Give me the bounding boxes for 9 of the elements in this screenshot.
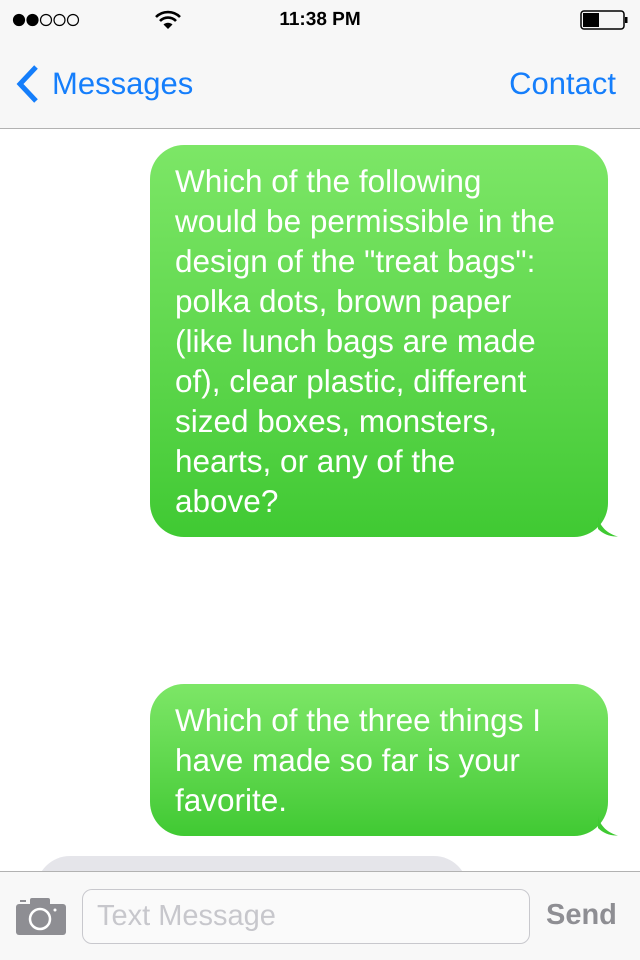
- wifi-icon: [155, 10, 181, 30]
- status-time: 11:38 PM: [279, 8, 361, 32]
- back-button[interactable]: Messages: [16, 60, 194, 108]
- bubble-tail-icon: [598, 816, 618, 836]
- contact-button[interactable]: Contact: [509, 60, 624, 108]
- battery-icon: [580, 10, 628, 30]
- camera-icon[interactable]: [16, 897, 66, 935]
- signal-icon: [12, 13, 80, 27]
- chevron-left-icon: [16, 65, 40, 103]
